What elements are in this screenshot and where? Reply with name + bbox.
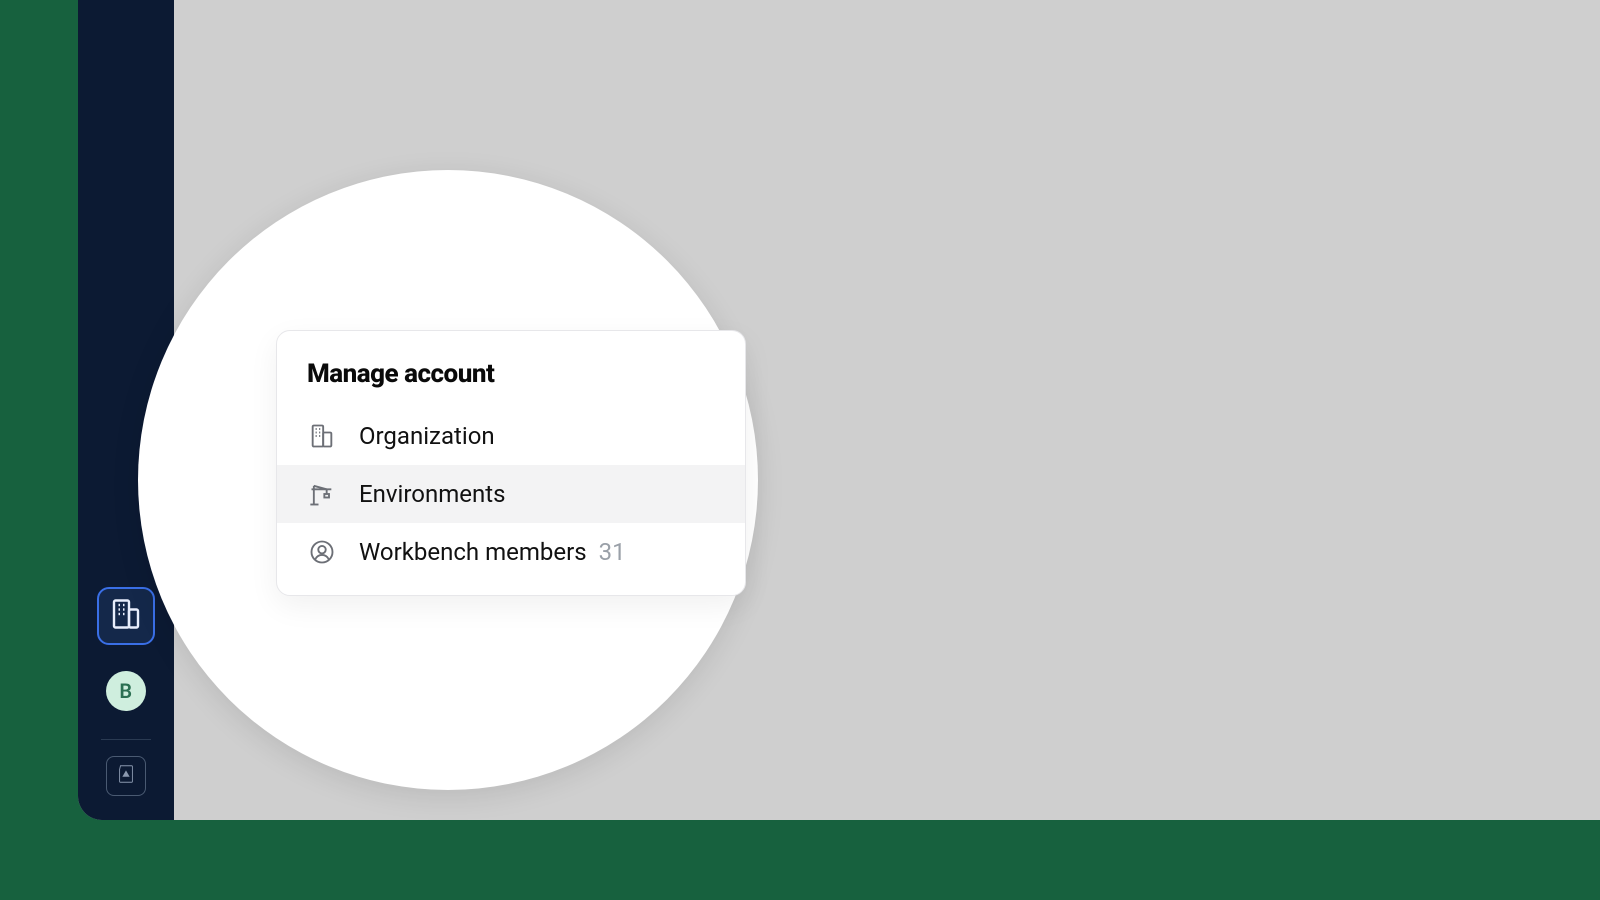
- crane-icon: [307, 479, 337, 509]
- user-icon: [307, 537, 337, 567]
- menu-item-label: Organization: [359, 422, 715, 450]
- menu-item-text: Workbench members: [359, 538, 587, 566]
- menu-item-count: 31: [599, 538, 626, 566]
- menu-item-label: Workbench members 31: [359, 538, 715, 566]
- logo-icon: [115, 763, 137, 789]
- sidebar-item-organization[interactable]: [97, 587, 155, 645]
- building-icon: [307, 421, 337, 451]
- menu-item-organization[interactable]: Organization: [277, 407, 745, 465]
- menu-item-workbench-members[interactable]: Workbench members 31: [277, 523, 745, 581]
- menu-item-environments[interactable]: Environments: [277, 465, 745, 523]
- menu-item-label: Environments: [359, 480, 715, 508]
- avatar-initial: B: [119, 679, 132, 703]
- sidebar-separator: [101, 739, 151, 740]
- manage-account-popover: Manage account Organization Environments…: [276, 330, 746, 596]
- avatar[interactable]: B: [106, 671, 146, 711]
- popover-title: Manage account: [277, 359, 745, 407]
- app-frame: B Manage account Organization Environmen…: [78, 0, 1600, 820]
- building-icon: [108, 596, 144, 636]
- sidebar-logo[interactable]: [106, 756, 146, 796]
- sidebar-bottom-stack: B: [97, 587, 155, 711]
